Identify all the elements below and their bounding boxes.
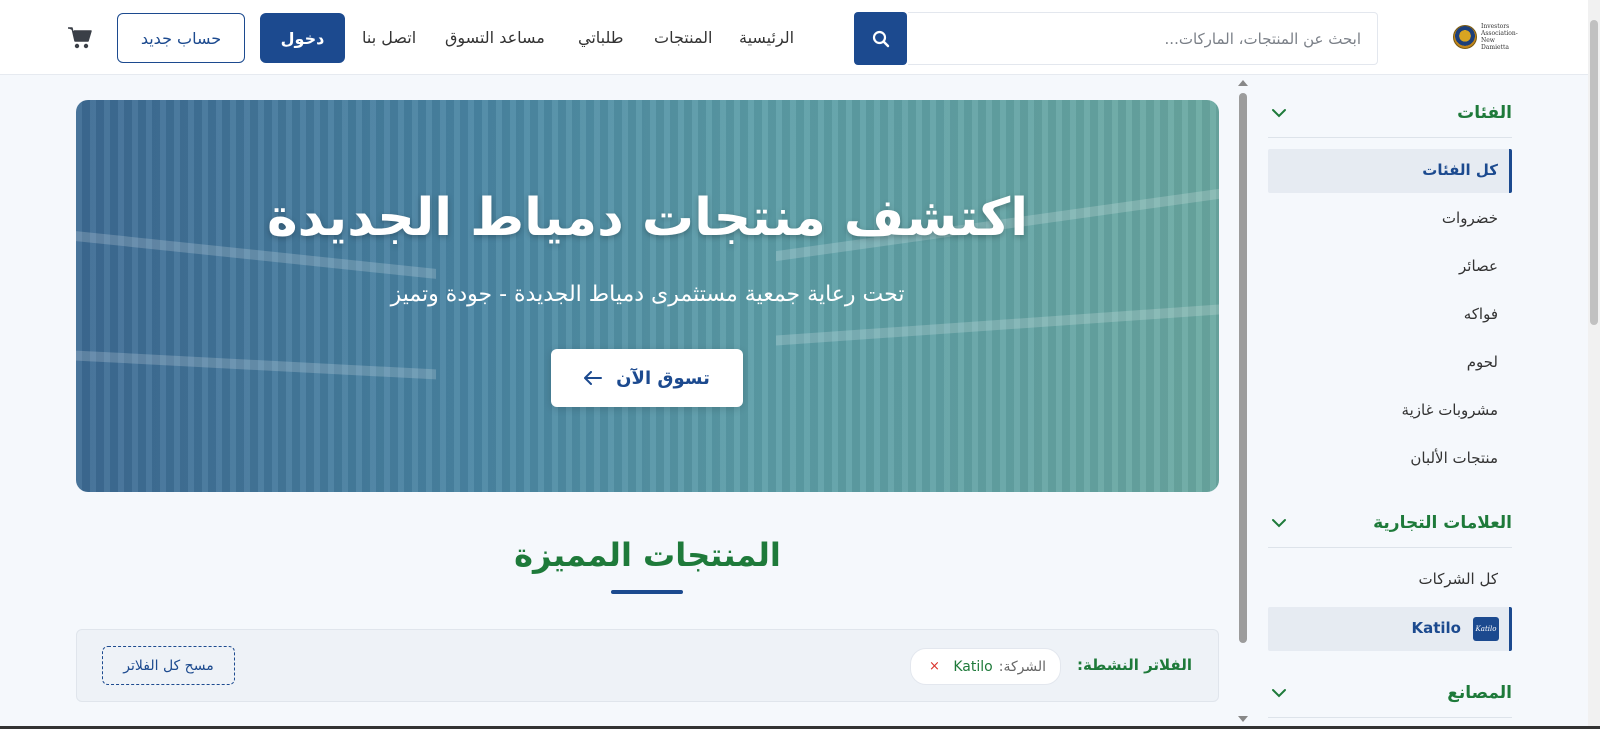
brands-title: العلامات التجارية [1373,513,1512,533]
category-item-vegetables[interactable]: خضروات [1268,197,1512,241]
nav-orders[interactable]: طلباتي [578,28,624,47]
category-item-soft-drinks[interactable]: مشروبات غازية [1268,389,1512,433]
arrow-left-icon [584,371,603,385]
filter-chip-company[interactable]: × Katilo الشركة: [910,648,1061,685]
brands-section-header[interactable]: العلامات التجارية [1268,500,1512,548]
category-label: خضروات [1441,209,1498,227]
nav-home[interactable]: الرئيسية [739,28,794,47]
categories-section-header[interactable]: الفئات [1268,90,1512,138]
login-button[interactable]: دخول [260,13,345,63]
category-item-dairy[interactable]: منتجات الألبان [1268,437,1512,481]
brand-label: Katilo [1411,619,1461,637]
search-input[interactable] [908,12,1378,65]
category-item-all[interactable]: كل الفئات [1268,149,1512,193]
shelf-decoration [776,304,1219,346]
filter-chip-key: الشركة: [998,658,1046,675]
site-logo[interactable]: Investors Association-New Damietta [1453,20,1525,54]
hero-banner: اكتشف منتجات دمياط الجديدة تحت رعاية جمع… [76,100,1219,492]
category-label: فواكه [1463,305,1498,323]
nav-products[interactable]: المنتجات [654,28,713,47]
category-label: منتجات الألبان [1410,449,1498,467]
search-icon [872,30,889,47]
cart-icon[interactable] [67,26,93,50]
chevron-down-icon [1272,109,1286,118]
scroll-down-icon[interactable] [1238,716,1248,722]
shelf-decoration [76,350,436,380]
hero-title: اكتشف منتجات دمياط الجديدة [266,188,1029,248]
factories-title: المصانع [1447,683,1512,703]
search-bar [854,12,1378,65]
active-filters-label: الفلاتر النشطة: [1076,656,1192,674]
factories-section-header[interactable]: المصانع [1268,670,1512,718]
search-button[interactable] [854,12,907,65]
remove-filter-icon[interactable]: × [929,659,940,674]
category-item-juices[interactable]: عصائر [1268,245,1512,289]
filter-chip-value: Katilo [953,658,993,675]
logo-seal-icon [1453,25,1477,49]
chevron-down-icon [1272,689,1286,698]
katilo-logo-icon: Katilo [1473,617,1499,641]
clear-filters-button[interactable]: مسح كل الفلاتر [102,646,235,685]
hero-subtitle: تحت رعاية جمعية مستثمرى دمياط الجديدة - … [390,282,905,307]
brand-label: كل الشركات [1418,570,1499,588]
featured-title: المنتجات المميزة [514,536,781,574]
chevron-down-icon [1272,519,1286,528]
category-item-meat[interactable]: لحوم [1268,341,1512,385]
scrollbar-thumb[interactable] [1239,93,1247,643]
logo-text: Investors Association-New Damietta [1481,23,1518,51]
category-label: مشروبات غازية [1401,401,1498,419]
scroll-up-icon[interactable] [1238,80,1248,86]
category-label: لحوم [1466,353,1498,371]
shop-now-button[interactable]: تسوق الآن [551,349,743,407]
category-item-fruits[interactable]: فواكه [1268,293,1512,337]
shop-now-label: تسوق الآن [616,367,710,389]
nav-shopping-assistant[interactable]: مساعد التسوق [445,28,545,47]
active-filters-bar: الفلاتر النشطة: × Katilo الشركة: مسح كل … [76,629,1219,702]
brand-item-all[interactable]: كل الشركات [1268,558,1512,602]
category-label: عصائر [1459,257,1498,275]
filters-sidebar: الفئات كل الفئات خضروات عصائر فواكه لحوم… [1268,80,1512,726]
category-label: كل الفئات [1422,161,1498,179]
window-scrollbar[interactable] [1588,0,1600,729]
content-scrollbar[interactable] [1237,78,1249,726]
brand-item-katilo[interactable]: Katilo Katilo [1268,607,1512,651]
top-header: Investors Association-New Damietta الرئي… [0,0,1588,75]
title-underline [611,590,683,594]
categories-title: الفئات [1457,103,1512,123]
window-scrollbar-thumb[interactable] [1590,20,1598,325]
register-button[interactable]: حساب جديد [117,13,245,63]
nav-contact[interactable]: اتصل بنا [362,28,416,47]
